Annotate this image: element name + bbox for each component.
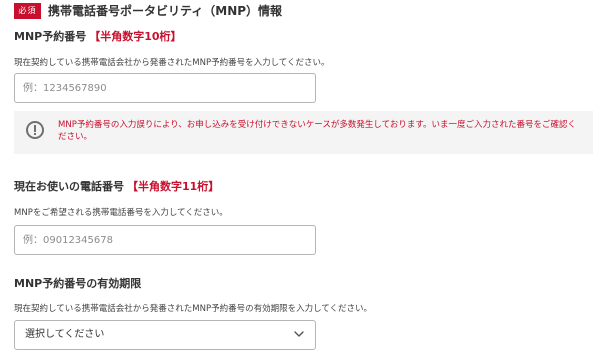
phone-number-label-text: 現在お使いの電話番号: [14, 180, 124, 193]
exclamation-dot: [34, 133, 36, 135]
expiry-help: 現在契約している携帯電話会社から発番されたMNP予約番号の有効期限を入力してくだ…: [14, 304, 373, 314]
required-badge: 必須: [14, 3, 41, 19]
mnp-number-label: MNP予約番号 【半角数字10桁】: [14, 30, 182, 44]
mnp-number-required-note: 【半角数字10桁】: [89, 30, 182, 43]
section-title: 携帯電話番号ポータビリティ（MNP）情報: [48, 4, 283, 18]
expiry-label-text: MNP予約番号の有効期限: [14, 277, 142, 290]
phone-number-label: 現在お使いの電話番号 【半角数字11桁】: [14, 180, 219, 194]
expiry-select-value: 選択してください: [25, 329, 105, 340]
mnp-number-input[interactable]: [14, 73, 316, 103]
expiry-label: MNP予約番号の有効期限: [14, 277, 141, 291]
expiry-select[interactable]: 選択してください: [14, 320, 316, 350]
exclamation-bar: [34, 125, 36, 132]
mnp-warning-box: MNP予約番号の入力誤りにより、お申し込みを受け付けできないケースが多数発生して…: [14, 111, 593, 154]
phone-number-input[interactable]: [14, 225, 316, 255]
mnp-warning-text: MNP予約番号の入力誤りにより、お申し込みを受け付けできないケースが多数発生して…: [58, 120, 577, 142]
mnp-number-help: 現在契約している携帯電話会社から発番されたMNP予約番号を入力してください。: [14, 58, 330, 68]
chevron-down-icon: [294, 331, 304, 337]
phone-number-help: MNPをご希望される携帯電話番号を入力してください。: [14, 208, 228, 218]
mnp-number-label-text: MNP予約番号: [14, 30, 87, 43]
exclamation-circle-icon: [26, 121, 44, 139]
phone-number-required-note: 【半角数字11桁】: [127, 180, 220, 193]
